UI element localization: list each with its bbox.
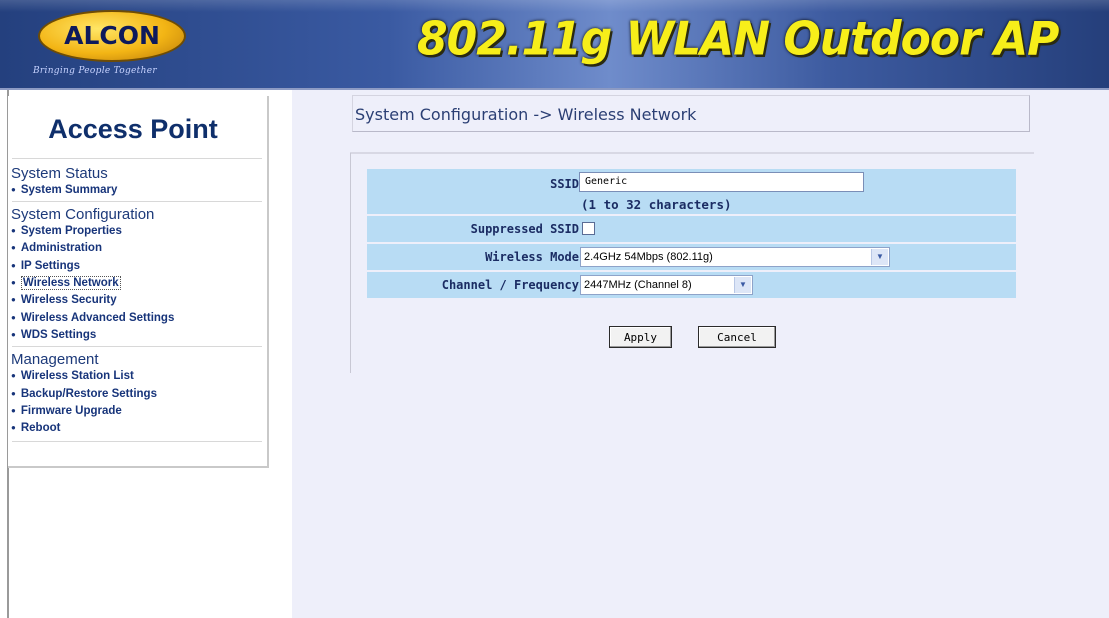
sidebar-item-wireless-security[interactable]: ● Wireless Security (11, 294, 117, 306)
ssid-hint: (1 to 32 characters) (581, 197, 732, 212)
bullet-icon: ● (11, 243, 16, 252)
suppressed-ssid-checkbox[interactable] (582, 222, 595, 235)
panel-divider (350, 152, 1034, 154)
channel-frequency-select[interactable]: 2447MHz (Channel 8) ▼ (580, 275, 753, 295)
bullet-icon: ● (11, 261, 16, 270)
bullet-icon: ● (11, 313, 16, 322)
sidebar-divider (12, 158, 262, 159)
sidebar-item-firmware-upgrade[interactable]: ● Firmware Upgrade (11, 405, 122, 417)
sidebar-item-wireless-network[interactable]: ● Wireless Network (11, 276, 121, 290)
main-content: System Configuration -> Wireless Network… (292, 90, 1109, 618)
sidebar-divider (12, 441, 262, 442)
alcon-logo: ALCON (38, 10, 186, 62)
sidebar-item-system-properties[interactable]: ● System Properties (11, 225, 122, 237)
panel-border (350, 153, 351, 373)
apply-button[interactable]: Apply (609, 326, 672, 348)
section-system-configuration: System Configuration (11, 206, 155, 223)
section-management: Management (11, 351, 99, 368)
bullet-icon: ● (11, 185, 16, 194)
breadcrumb: System Configuration -> Wireless Network (352, 95, 1030, 132)
sidebar-item-reboot[interactable]: ● Reboot (11, 422, 60, 434)
bullet-icon: ● (11, 226, 16, 235)
form-row-suppressed-ssid: Suppressed SSID (367, 216, 1016, 242)
header-banner: ALCON Bringing People Together 802.11g W… (0, 0, 1109, 90)
chevron-down-icon: ▼ (871, 249, 888, 265)
sidebar-title: Access Point (48, 114, 218, 144)
sidebar-item-administration[interactable]: ● Administration (11, 242, 102, 254)
wireless-mode-value: 2.4GHz 54Mbps (802.11g) (584, 251, 713, 263)
bullet-icon: ● (11, 389, 16, 398)
sidebar-menu: Access Point System Status ● System Summa… (8, 96, 269, 468)
page-title: System Configuration -> Wireless Network (355, 105, 697, 124)
chevron-down-icon: ▼ (734, 277, 751, 293)
sidebar-divider (12, 346, 262, 347)
bullet-icon: ● (11, 406, 16, 415)
sidebar-item-backup-restore-settings[interactable]: ● Backup/Restore Settings (11, 388, 157, 400)
sidebar-item-system-summary[interactable]: ● System Summary (11, 184, 117, 196)
logo-tagline: Bringing People Together (33, 66, 157, 76)
bullet-icon: ● (11, 295, 16, 304)
sidebar-item-wireless-station-list[interactable]: ● Wireless Station List (11, 370, 134, 382)
bullet-icon: ● (11, 278, 16, 287)
cancel-button[interactable]: Cancel (698, 326, 776, 348)
wireless-mode-select[interactable]: 2.4GHz 54Mbps (802.11g) ▼ (580, 247, 890, 267)
bullet-icon: ● (11, 423, 16, 432)
sidebar-item-wireless-advanced-settings[interactable]: ● Wireless Advanced Settings (11, 312, 174, 324)
wireless-mode-label: Wireless Mode (485, 250, 579, 264)
sidebar-item-ip-settings[interactable]: ● IP Settings (11, 260, 80, 272)
ssid-label: SSID (550, 177, 579, 191)
ssid-input[interactable]: Generic (579, 172, 864, 192)
channel-frequency-label: Channel / Frequency (441, 278, 579, 292)
sidebar-divider (12, 201, 262, 202)
section-system-status: System Status (11, 165, 108, 182)
sidebar-item-wds-settings[interactable]: ● WDS Settings (11, 329, 96, 341)
suppressed-ssid-label: Suppressed SSID (470, 222, 579, 236)
bullet-icon: ● (11, 330, 16, 339)
channel-frequency-value: 2447MHz (Channel 8) (584, 279, 692, 291)
bullet-icon: ● (11, 371, 16, 380)
logo-text: ALCON (64, 21, 160, 50)
product-title: 802.11g WLAN Outdoor AP (417, 12, 1059, 67)
